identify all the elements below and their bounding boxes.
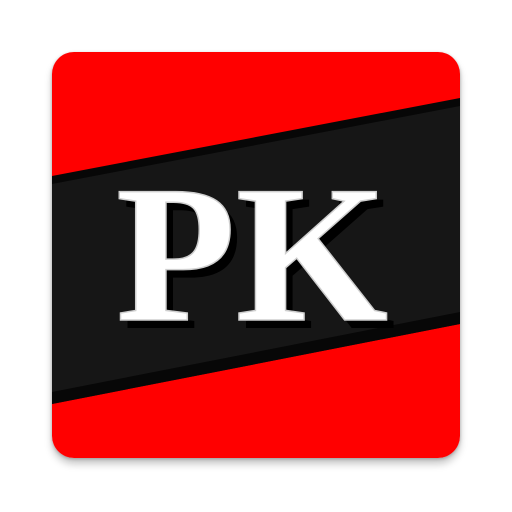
monogram-text: PK xyxy=(116,146,388,363)
pk-app-icon[interactable]: PK PK xyxy=(52,52,460,458)
pk-logo: PK PK xyxy=(52,52,460,458)
launcher-canvas: PK PK xyxy=(0,0,512,512)
pk-monogram: PK PK xyxy=(115,145,395,371)
